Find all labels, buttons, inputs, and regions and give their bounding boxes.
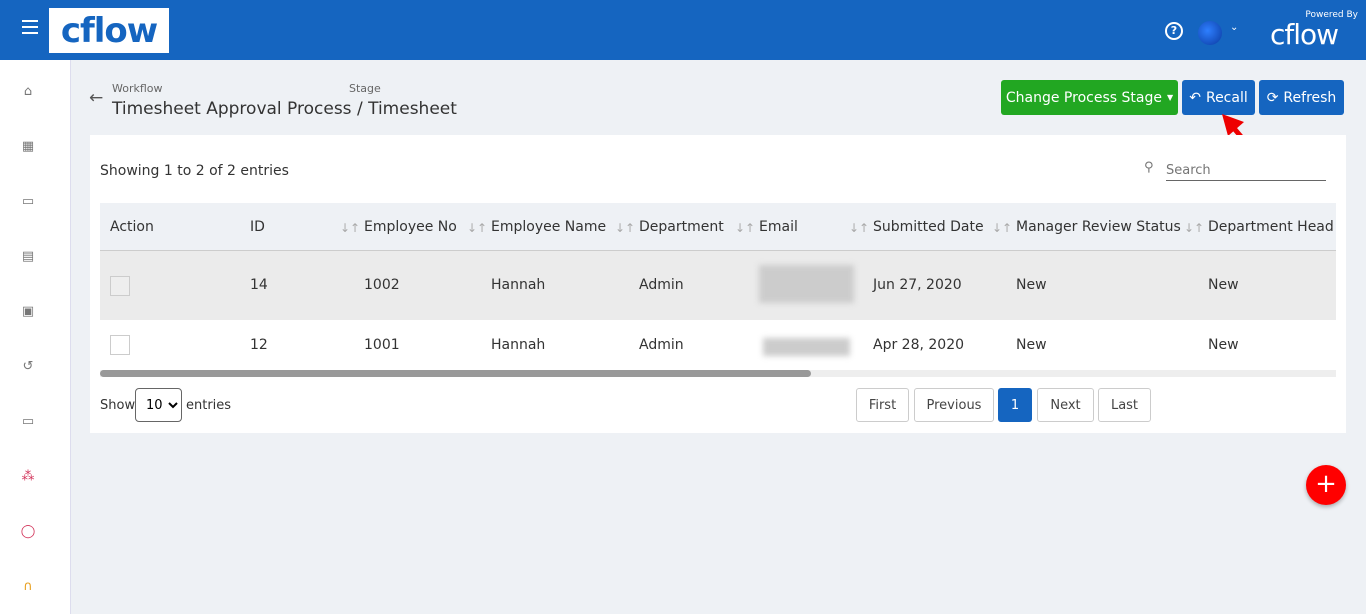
entries-info: Showing 1 to 2 of 2 entries xyxy=(100,163,289,179)
change-process-stage-button[interactable]: Change Process Stage ▼ xyxy=(1001,80,1178,115)
entries-label: entries xyxy=(186,398,232,413)
next-page-button[interactable]: Next xyxy=(1037,388,1094,422)
recall-label: Recall xyxy=(1205,89,1248,106)
column-header[interactable]: ID xyxy=(250,219,265,235)
add-fab-button[interactable]: + xyxy=(1306,465,1346,505)
department-cell: Admin xyxy=(639,277,684,293)
undo-icon: ↶ xyxy=(1189,89,1201,106)
row-checkbox[interactable] xyxy=(110,276,130,296)
employee-no-cell: 1002 xyxy=(364,277,400,293)
previous-page-button[interactable]: Previous xyxy=(914,388,994,422)
id-cell: 14 xyxy=(250,277,268,293)
sort-icon[interactable]: ↓↑ xyxy=(467,221,487,235)
back-arrow-icon[interactable]: ← xyxy=(89,88,103,108)
workflow-name: Timesheet Approval Process xyxy=(112,99,352,119)
page-size-select[interactable]: 10 xyxy=(135,388,182,422)
column-header: Action xyxy=(110,219,154,235)
table-row[interactable]: 12 1001 Hannah Admin Apr 28, 2020 New Ne… xyxy=(100,320,1336,370)
data-table: Action ID ↓↑ Employee No ↓↑ Employee Nam… xyxy=(100,203,1336,377)
sort-icon[interactable]: ↓↑ xyxy=(340,221,360,235)
row-checkbox[interactable] xyxy=(110,335,130,355)
caret-down-icon: ▼ xyxy=(1166,93,1174,102)
table-row[interactable]: 14 1002 Hannah Admin Jun 27, 2020 New Ne… xyxy=(100,251,1336,320)
recall-button[interactable]: ↶ Recall xyxy=(1182,80,1255,115)
column-header[interactable]: Department Head R xyxy=(1208,219,1336,235)
horizontal-scrollbar[interactable] xyxy=(100,370,811,377)
home-icon[interactable]: ⌂ xyxy=(20,84,36,100)
sort-icon[interactable]: ↓↑ xyxy=(735,221,755,235)
department-cell: Admin xyxy=(639,337,684,353)
dashboard-icon[interactable]: ▦ xyxy=(20,139,36,155)
documents-icon[interactable]: ▣ xyxy=(20,304,36,320)
cflow-logo: cflow xyxy=(1270,18,1339,51)
workflow-label: Workflow xyxy=(112,82,163,95)
refresh-icon: ⟳ xyxy=(1266,89,1279,106)
calendar-icon[interactable]: ▭ xyxy=(20,194,36,210)
sidebar: ⌂ ▦ ▭ ▤ ▣ ↺ ▭ ⁂ ◯ ∩ xyxy=(0,60,71,614)
sort-icon[interactable]: ↓↑ xyxy=(849,221,869,235)
hamburger-menu-icon[interactable] xyxy=(22,20,38,34)
workflow-icon[interactable]: ⁂ xyxy=(20,469,36,485)
history-icon[interactable]: ↺ xyxy=(20,359,36,375)
sort-icon[interactable]: ↓↑ xyxy=(615,221,635,235)
refresh-label: Refresh xyxy=(1283,89,1337,106)
employee-no-cell: 1001 xyxy=(364,337,400,353)
help-icon[interactable]: ? xyxy=(1165,22,1183,40)
email-cell-blurred xyxy=(759,265,854,303)
page-1-button[interactable]: 1 xyxy=(998,388,1032,422)
stage-name: Timesheet xyxy=(368,99,457,119)
stage-label: Stage xyxy=(349,82,381,95)
sort-icon[interactable]: ↓↑ xyxy=(1184,221,1204,235)
sort-icon[interactable]: ↓↑ xyxy=(992,221,1012,235)
separator: / xyxy=(356,99,363,119)
column-header[interactable]: Submitted Date xyxy=(873,219,984,235)
show-label: Show xyxy=(100,398,136,413)
chevron-down-icon[interactable]: ⌄ xyxy=(1230,22,1238,33)
submitted-date-cell: Apr 28, 2020 xyxy=(873,337,965,353)
refresh-button[interactable]: ⟳ Refresh xyxy=(1259,80,1344,115)
search-input[interactable] xyxy=(1166,161,1326,181)
column-header[interactable]: Department xyxy=(639,219,724,235)
manager-status-cell: New xyxy=(1016,277,1047,293)
email-cell-blurred xyxy=(763,338,850,356)
target-icon[interactable]: ◯ xyxy=(20,524,36,540)
search-icon: ⚲ xyxy=(1144,160,1154,175)
head-status-cell: New xyxy=(1208,277,1239,293)
page-title: Timesheet Approval Process / Timesheet xyxy=(112,99,457,119)
id-cell: 12 xyxy=(250,337,268,353)
top-header: cflow ? ⌄ Powered By cflow xyxy=(0,0,1366,60)
headset-icon[interactable]: ∩ xyxy=(20,579,36,595)
reports-icon[interactable]: ▤ xyxy=(20,249,36,265)
manager-status-cell: New xyxy=(1016,337,1047,353)
forms-icon[interactable]: ▭ xyxy=(20,414,36,430)
column-header[interactable]: Email xyxy=(759,219,798,235)
user-avatar[interactable] xyxy=(1198,21,1222,45)
column-header[interactable]: Employee Name xyxy=(491,219,606,235)
change-stage-label: Change Process Stage xyxy=(1005,89,1162,106)
head-status-cell: New xyxy=(1208,337,1239,353)
table-header-row: Action ID ↓↑ Employee No ↓↑ Employee Nam… xyxy=(100,203,1336,251)
employee-name-cell: Hannah xyxy=(491,337,546,353)
first-page-button[interactable]: First xyxy=(856,388,909,422)
last-page-button[interactable]: Last xyxy=(1098,388,1151,422)
column-header[interactable]: Manager Review Status xyxy=(1016,219,1181,235)
employee-name-cell: Hannah xyxy=(491,277,546,293)
column-header[interactable]: Employee No xyxy=(364,219,457,235)
submitted-date-cell: Jun 27, 2020 xyxy=(873,277,962,293)
company-logo[interactable]: cflow xyxy=(49,8,169,53)
